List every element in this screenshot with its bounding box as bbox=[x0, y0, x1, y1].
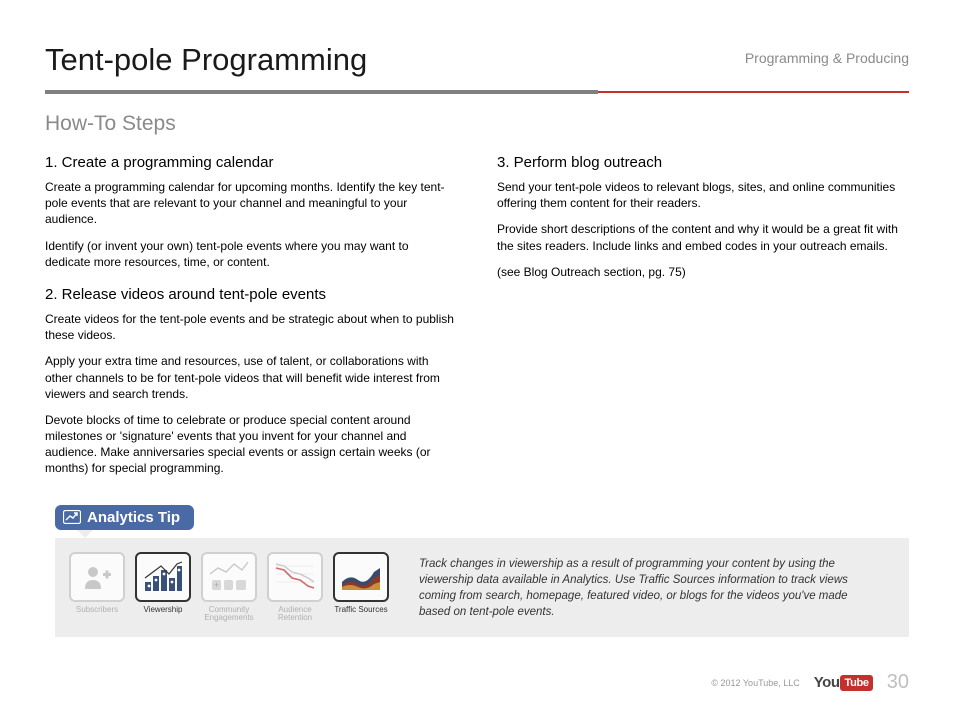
logo-you: You bbox=[814, 674, 840, 691]
step1-paragraph: Identify (or invent your own) tent-pole … bbox=[45, 238, 457, 270]
category-label: Programming & Producing bbox=[745, 50, 909, 66]
retention-tile bbox=[267, 552, 323, 602]
section-subhead: How-To Steps bbox=[45, 112, 909, 136]
step1-heading: 1. Create a programming calendar bbox=[45, 154, 457, 171]
tile-label: Traffic Sources bbox=[333, 606, 389, 615]
svg-text:+: + bbox=[214, 580, 219, 590]
analytics-tip: Analytics Tip Subscribers bbox=[55, 505, 909, 638]
page-title: Tent-pole Programming bbox=[45, 42, 367, 78]
step2-heading: 2. Release videos around tent-pole event… bbox=[45, 286, 457, 303]
step3-heading: 3. Perform blog outreach bbox=[497, 154, 909, 171]
step3-paragraph: Send your tent-pole videos to relevant b… bbox=[497, 179, 909, 211]
community-icon: + bbox=[208, 560, 250, 594]
copyright: © 2012 YouTube, LLC bbox=[711, 678, 799, 688]
right-column: 3. Perform blog outreach Send your tent-… bbox=[497, 154, 909, 487]
tip-text: Track changes in viewership as a result … bbox=[419, 552, 891, 620]
step2-paragraph: Apply your extra time and resources, use… bbox=[45, 353, 457, 402]
community-tile: + bbox=[201, 552, 257, 602]
traffic-tile bbox=[333, 552, 389, 602]
subscribers-tile bbox=[69, 552, 125, 602]
youtube-logo: You Tube bbox=[814, 674, 873, 691]
left-column: 1. Create a programming calendar Create … bbox=[45, 154, 457, 487]
tile-label: Subscribers bbox=[69, 606, 125, 615]
step2-paragraph: Create videos for the tent-pole events a… bbox=[45, 311, 457, 343]
tile-label: Community Engagements bbox=[201, 606, 257, 624]
page-number: 30 bbox=[887, 671, 909, 694]
footer: © 2012 YouTube, LLC You Tube 30 bbox=[711, 671, 909, 694]
viewership-icon bbox=[142, 560, 184, 594]
tip-badge-label: Analytics Tip bbox=[87, 509, 180, 526]
tip-badge: Analytics Tip bbox=[55, 505, 194, 530]
tile-label: Audience Retention bbox=[267, 606, 323, 624]
traffic-icon bbox=[340, 560, 382, 594]
logo-tube: Tube bbox=[840, 675, 872, 691]
subscribers-icon bbox=[80, 563, 114, 591]
retention-icon bbox=[274, 560, 316, 594]
viewership-tile bbox=[135, 552, 191, 602]
tip-tiles: Subscribers bbox=[69, 552, 389, 624]
step3-paragraph: Provide short descriptions of the conten… bbox=[497, 221, 909, 253]
step3-paragraph: (see Blog Outreach section, pg. 75) bbox=[497, 264, 909, 280]
step2-paragraph: Devote blocks of time to celebrate or pr… bbox=[45, 412, 457, 477]
chart-up-icon bbox=[63, 510, 81, 524]
header-divider bbox=[45, 90, 909, 94]
tile-label: Viewership bbox=[135, 606, 191, 615]
step1-paragraph: Create a programming calendar for upcomi… bbox=[45, 179, 457, 228]
